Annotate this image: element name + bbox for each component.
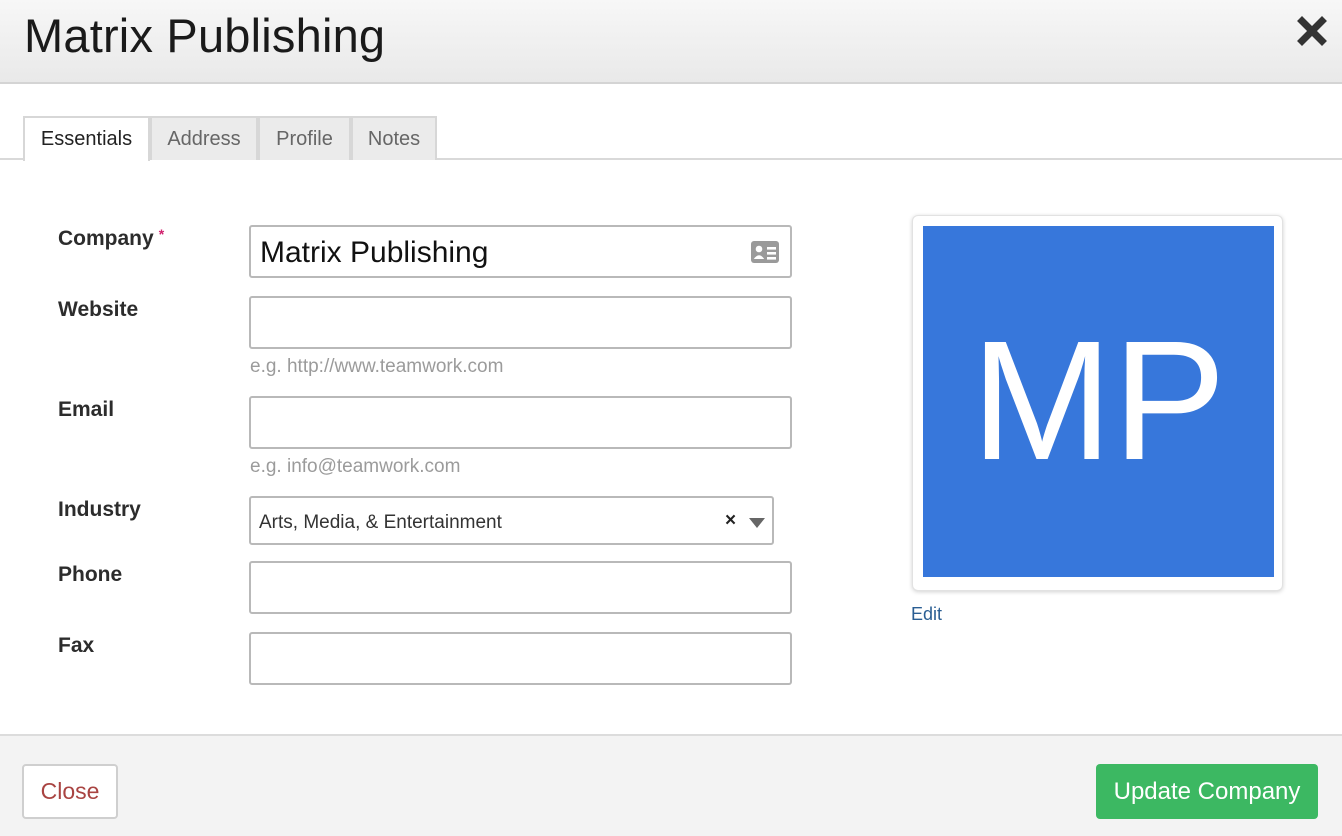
website-label: Website	[58, 298, 139, 321]
email-hint: e.g. info@teamwork.com	[250, 456, 461, 477]
fax-label: Fax	[58, 634, 95, 657]
industry-select[interactable]: Arts, Media, & Entertainment ×	[249, 496, 774, 545]
chevron-down-icon[interactable]	[749, 518, 765, 528]
tab-address[interactable]: Address	[150, 116, 258, 160]
company-input-value: Matrix Publishing	[260, 236, 489, 269]
phone-label: Phone	[58, 563, 123, 586]
website-hint: e.g. http://www.teamwork.com	[250, 356, 504, 377]
industry-select-value: Arts, Media, & Entertainment	[259, 512, 502, 533]
company-input[interactable]: Matrix Publishing	[249, 225, 792, 278]
update-company-button[interactable]: Update Company	[1096, 764, 1318, 819]
company-label: Company *	[58, 226, 165, 251]
company-logo-frame: MP	[912, 215, 1283, 591]
contact-card-icon[interactable]	[750, 240, 780, 264]
tab-profile[interactable]: Profile	[258, 116, 351, 160]
clear-selection-icon[interactable]: ×	[725, 510, 736, 532]
modal-title: Matrix Publishing	[24, 9, 386, 62]
close-button[interactable]: Close	[22, 764, 118, 819]
website-input[interactable]	[249, 296, 792, 349]
email-label: Email	[58, 398, 115, 421]
phone-input[interactable]	[249, 561, 792, 614]
modal-footer: Close Update Company	[0, 734, 1342, 836]
tab-essentials[interactable]: Essentials	[23, 116, 150, 161]
required-marker: *	[158, 226, 165, 242]
email-input[interactable]	[249, 396, 792, 449]
industry-label: Industry	[58, 498, 141, 521]
tab-notes[interactable]: Notes	[351, 116, 437, 160]
modal-header: Matrix Publishing	[0, 0, 1342, 84]
close-icon[interactable]	[1295, 14, 1329, 48]
company-avatar: MP	[923, 226, 1274, 577]
edit-logo-link[interactable]: Edit	[911, 604, 942, 625]
company-label-text: Company	[58, 227, 154, 250]
fax-input[interactable]	[249, 632, 792, 685]
